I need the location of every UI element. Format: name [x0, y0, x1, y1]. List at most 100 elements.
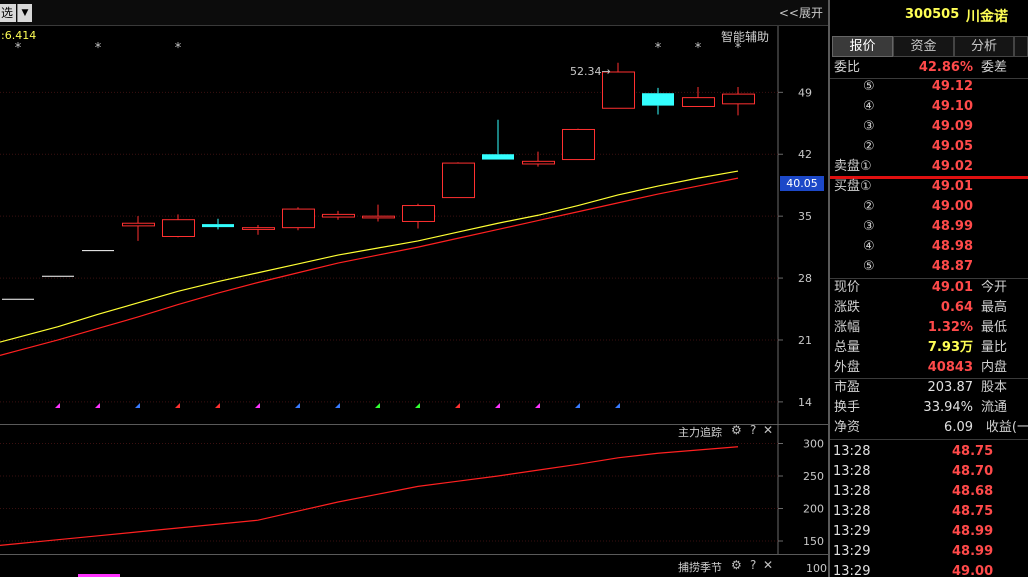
- order-price: 48.99: [931, 219, 973, 234]
- y-tick-label: 21: [798, 334, 812, 347]
- trade-row: 13:29 48.99: [832, 542, 1028, 562]
- signal-marker: [455, 403, 460, 408]
- sell-order-row[interactable]: ⑤ 49.12: [832, 77, 1028, 97]
- quote-value: 40843: [927, 360, 973, 375]
- candle-body: [322, 213, 355, 218]
- gear-icon[interactable]: ⚙: [731, 558, 742, 572]
- trade-row: 13:28 48.68: [832, 482, 1028, 502]
- order-price: 49.00: [931, 199, 973, 214]
- tab-more[interactable]: [1014, 36, 1028, 57]
- star-marker: *: [15, 41, 22, 56]
- sell-order-row[interactable]: ② 49.05: [832, 137, 1028, 157]
- quote-label-secondary: 收益(一: [985, 420, 1028, 435]
- y-tick-label: 42: [798, 148, 812, 161]
- trade-row: 13:28 48.75: [832, 442, 1028, 462]
- separator: [830, 439, 1028, 440]
- weibi-row: 委比 42.86% 委差: [832, 58, 1028, 78]
- candle-body: [162, 219, 195, 237]
- sell-order-row[interactable]: 卖盘① 49.02: [832, 157, 1028, 177]
- candle-body: [202, 224, 234, 228]
- candle: [562, 128, 595, 161]
- candle: [242, 225, 275, 235]
- signal-marker: [295, 403, 300, 408]
- quote-row: 现价 49.01 今开: [832, 278, 1028, 298]
- fund-row: 换手 33.94% 流通: [832, 398, 1028, 418]
- candle: [322, 210, 355, 220]
- y-tick-label: 28: [798, 272, 812, 285]
- quote-value: 1.32%: [927, 320, 973, 335]
- signal-marker: [95, 403, 100, 408]
- trade-price: 48.75: [952, 444, 994, 459]
- trade-price: 48.99: [952, 524, 994, 539]
- fishing-season-title: 捕捞季节: [678, 561, 722, 574]
- candle: [362, 204, 395, 222]
- close-icon[interactable]: ✕: [763, 558, 773, 572]
- quote-label: 市盈: [834, 380, 861, 395]
- signal-marker: [55, 403, 60, 408]
- quote-label: 现价: [834, 280, 861, 295]
- candle-body: [282, 208, 315, 229]
- signal-marker: [335, 403, 340, 408]
- gear-icon[interactable]: ⚙: [731, 423, 742, 437]
- quote-label: 换手: [834, 400, 861, 415]
- stock-name: 川金诺: [966, 9, 1008, 25]
- order-level: ⑤: [863, 79, 875, 94]
- trade-price: 48.99: [952, 544, 994, 559]
- tab-quote[interactable]: 报价: [832, 36, 893, 57]
- order-level: ④: [863, 239, 875, 254]
- close-icon[interactable]: ✕: [763, 423, 773, 437]
- star-marker: *: [695, 41, 702, 56]
- signal-marker: [135, 403, 140, 408]
- trade-time: 13:28: [833, 504, 871, 519]
- y-tick-label: 300: [803, 438, 824, 451]
- order-level: ③: [863, 219, 875, 234]
- quote-value: 33.94%: [923, 400, 973, 415]
- order-price: 49.02: [931, 159, 973, 174]
- order-level: ③: [863, 119, 875, 134]
- buy-order-row[interactable]: ④ 48.98: [832, 237, 1028, 257]
- quote-label: 外盘: [834, 360, 861, 375]
- ma-line-red: [0, 177, 739, 356]
- trade-row: 13:28 48.70: [832, 462, 1028, 482]
- signal-marker: [575, 403, 580, 408]
- candlestick-chart[interactable]: * * * * * * 494235282114: [0, 26, 828, 424]
- tab-funds[interactable]: 资金: [893, 36, 954, 57]
- sell-order-row[interactable]: ④ 49.10: [832, 97, 1028, 117]
- trade-time: 13:29: [833, 544, 871, 559]
- chevron-down-icon[interactable]: ▼: [17, 4, 32, 22]
- sell-order-row[interactable]: ③ 49.09: [832, 117, 1028, 137]
- trade-time: 13:28: [833, 444, 871, 459]
- y-tick-label: 200: [803, 503, 824, 516]
- candle: [682, 87, 715, 107]
- weicha-label: 委差: [980, 60, 1007, 75]
- buy-order-row[interactable]: ② 49.00: [832, 197, 1028, 217]
- quote-label-secondary: 今开: [980, 280, 1007, 295]
- candle-body: [362, 215, 395, 219]
- order-level: ②: [863, 139, 875, 154]
- candle-body: [682, 97, 715, 107]
- trade-time: 13:29: [833, 524, 871, 539]
- help-icon[interactable]: ?: [750, 423, 756, 437]
- sub-tick-label: 100: [806, 562, 827, 575]
- quote-label-secondary: 最高: [980, 300, 1007, 315]
- signal-marker: [615, 403, 620, 408]
- weibi-value: 42.86%: [918, 60, 973, 75]
- smart-assist-label[interactable]: 智能辅助: [721, 28, 769, 45]
- period-select[interactable]: 选: [0, 4, 16, 22]
- main-force-chart[interactable]: 300 250 200 150: [0, 424, 828, 554]
- candle-body: [522, 160, 555, 165]
- expand-button[interactable]: <<展开: [779, 4, 823, 22]
- trade-price: 48.75: [952, 504, 994, 519]
- tab-analysis[interactable]: 分析: [954, 36, 1014, 57]
- candle-body: [242, 227, 275, 230]
- buy-order-row[interactable]: ⑤ 48.87: [832, 257, 1028, 277]
- order-price: 49.01: [931, 179, 973, 194]
- help-icon[interactable]: ?: [750, 558, 756, 572]
- quote-value: 49.01: [931, 280, 973, 295]
- order-level: ④: [863, 99, 875, 114]
- buy-order-row[interactable]: ③ 48.99: [832, 217, 1028, 237]
- buy-order-row[interactable]: 买盘① 49.01: [832, 177, 1028, 197]
- signal-marker: [535, 403, 540, 408]
- stock-code: 300505: [905, 7, 960, 22]
- quote-label: 涨跌: [834, 300, 861, 315]
